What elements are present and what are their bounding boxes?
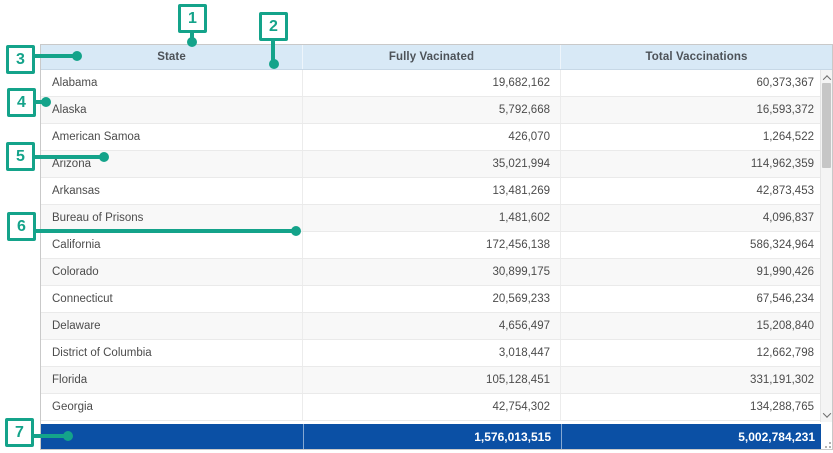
fully-vacinated-cell: 105,128,451 bbox=[303, 367, 561, 393]
table-row[interactable]: Connecticut20,569,23367,546,234 bbox=[41, 286, 820, 313]
state-cell: Florida bbox=[41, 367, 303, 393]
table-row[interactable]: Delaware4,656,49715,208,840 bbox=[41, 313, 820, 340]
state-cell: Bureau of Prisons bbox=[41, 205, 303, 231]
vertical-scrollbar[interactable] bbox=[820, 70, 832, 422]
total-vaccinations-cell: 114,962,359 bbox=[561, 151, 820, 177]
table-row[interactable]: Bureau of Prisons1,481,6024,096,837 bbox=[41, 205, 820, 232]
fully-vacinated-cell: 13,481,269 bbox=[303, 178, 561, 204]
callout-6-dot bbox=[291, 226, 301, 236]
total-vaccinations-cell: 134,288,765 bbox=[561, 394, 820, 420]
screenshot-root: State Fully Vacinated Total Vaccinations… bbox=[0, 0, 833, 453]
callout-1-dot bbox=[187, 37, 197, 47]
table-row[interactable]: Florida105,128,451331,191,302 bbox=[41, 367, 820, 394]
total-vaccinations-cell: 1,264,522 bbox=[561, 124, 820, 150]
state-cell: Connecticut bbox=[41, 286, 303, 312]
vaccination-table-widget: State Fully Vacinated Total Vaccinations… bbox=[40, 44, 833, 450]
total-row: 1,576,013,515 5,002,784,231 bbox=[41, 424, 821, 449]
scrollbar-thumb[interactable] bbox=[822, 83, 831, 168]
scroll-down-button[interactable] bbox=[821, 408, 832, 421]
table-row[interactable]: District of Columbia3,018,44712,662,798 bbox=[41, 340, 820, 367]
callout-7-dot bbox=[63, 431, 73, 441]
state-cell: District of Columbia bbox=[41, 340, 303, 366]
fully-vacinated-cell: 4,656,497 bbox=[303, 313, 561, 339]
fully-vacinated-cell: 172,456,138 bbox=[303, 232, 561, 258]
callout-3-line bbox=[34, 54, 76, 58]
fully-vacinated-cell: 19,682,162 bbox=[303, 70, 561, 96]
total-row-state-cell bbox=[41, 424, 303, 449]
fully-vacinated-cell: 42,754,302 bbox=[303, 394, 561, 420]
callout-5-marker: 5 bbox=[6, 142, 35, 171]
table-row[interactable]: California172,456,138586,324,964 bbox=[41, 232, 820, 259]
callout-3-marker: 3 bbox=[6, 45, 35, 74]
callout-5-dot bbox=[99, 152, 109, 162]
total-vaccinations-cell: 12,662,798 bbox=[561, 340, 820, 366]
total-vaccinations-cell: 67,546,234 bbox=[561, 286, 820, 312]
state-cell: Arkansas bbox=[41, 178, 303, 204]
callout-4-dot bbox=[41, 97, 51, 107]
fully-vacinated-cell: 1,481,602 bbox=[303, 205, 561, 231]
total-vaccinations-cell: 15,208,840 bbox=[561, 313, 820, 339]
callout-5-line bbox=[34, 155, 103, 159]
state-cell: Georgia bbox=[41, 394, 303, 420]
fully-vacinated-cell: 20,569,233 bbox=[303, 286, 561, 312]
fully-vacinated-cell: 30,899,175 bbox=[303, 259, 561, 285]
table-body: Alabama19,682,16260,373,367Alaska5,792,6… bbox=[41, 70, 820, 421]
callout-4-marker: 4 bbox=[7, 88, 36, 117]
state-cell: California bbox=[41, 232, 303, 258]
table-header-row: State Fully Vacinated Total Vaccinations bbox=[41, 45, 832, 70]
total-vaccinations-cell: 16,593,372 bbox=[561, 97, 820, 123]
fully-vacinated-cell: 426,070 bbox=[303, 124, 561, 150]
callout-6-marker: 6 bbox=[7, 212, 36, 241]
fully-vacinated-cell: 35,021,994 bbox=[303, 151, 561, 177]
table-row[interactable]: American Samoa426,0701,264,522 bbox=[41, 124, 820, 151]
total-vaccinations-cell: 91,990,426 bbox=[561, 259, 820, 285]
fully-vacinated-cell: 5,792,668 bbox=[303, 97, 561, 123]
chevron-down-icon bbox=[822, 409, 830, 417]
callout-6-line bbox=[35, 229, 295, 233]
state-cell: Alabama bbox=[41, 70, 303, 96]
callout-7-line bbox=[33, 434, 67, 438]
callout-1-marker: 1 bbox=[178, 4, 207, 33]
table-row[interactable]: Colorado30,899,17591,990,426 bbox=[41, 259, 820, 286]
column-header-total-vaccinations[interactable]: Total Vaccinations bbox=[561, 45, 832, 69]
total-vaccinations-cell: 42,873,453 bbox=[561, 178, 820, 204]
table-row[interactable]: Alaska5,792,66816,593,372 bbox=[41, 97, 820, 124]
table-row[interactable]: Alabama19,682,16260,373,367 bbox=[41, 70, 820, 97]
total-vaccinations-cell: 586,324,964 bbox=[561, 232, 820, 258]
table-row[interactable]: Arizona35,021,994114,962,359 bbox=[41, 151, 820, 178]
total-vaccinations-cell: 4,096,837 bbox=[561, 205, 820, 231]
state-cell: Colorado bbox=[41, 259, 303, 285]
total-vaccinations-cell: 331,191,302 bbox=[561, 367, 820, 393]
callout-2-marker: 2 bbox=[259, 12, 288, 41]
table-row[interactable]: Georgia42,754,302134,288,765 bbox=[41, 394, 820, 421]
chevron-up-icon bbox=[822, 75, 830, 83]
total-vaccinations-cell: 60,373,367 bbox=[561, 70, 820, 96]
total-vaccinations-value: 5,002,784,231 bbox=[561, 424, 821, 449]
column-header-fully-vacinated[interactable]: Fully Vacinated bbox=[303, 45, 561, 69]
callout-2-dot bbox=[269, 59, 279, 69]
resize-grip-icon[interactable] bbox=[822, 439, 831, 448]
table-row[interactable]: Arkansas13,481,26942,873,453 bbox=[41, 178, 820, 205]
state-cell: American Samoa bbox=[41, 124, 303, 150]
state-cell: Delaware bbox=[41, 313, 303, 339]
fully-vacinated-cell: 3,018,447 bbox=[303, 340, 561, 366]
callout-3-dot bbox=[72, 51, 82, 61]
state-cell: Alaska bbox=[41, 97, 303, 123]
total-fully-vacinated-value: 1,576,013,515 bbox=[303, 424, 561, 449]
callout-7-marker: 7 bbox=[5, 418, 34, 447]
